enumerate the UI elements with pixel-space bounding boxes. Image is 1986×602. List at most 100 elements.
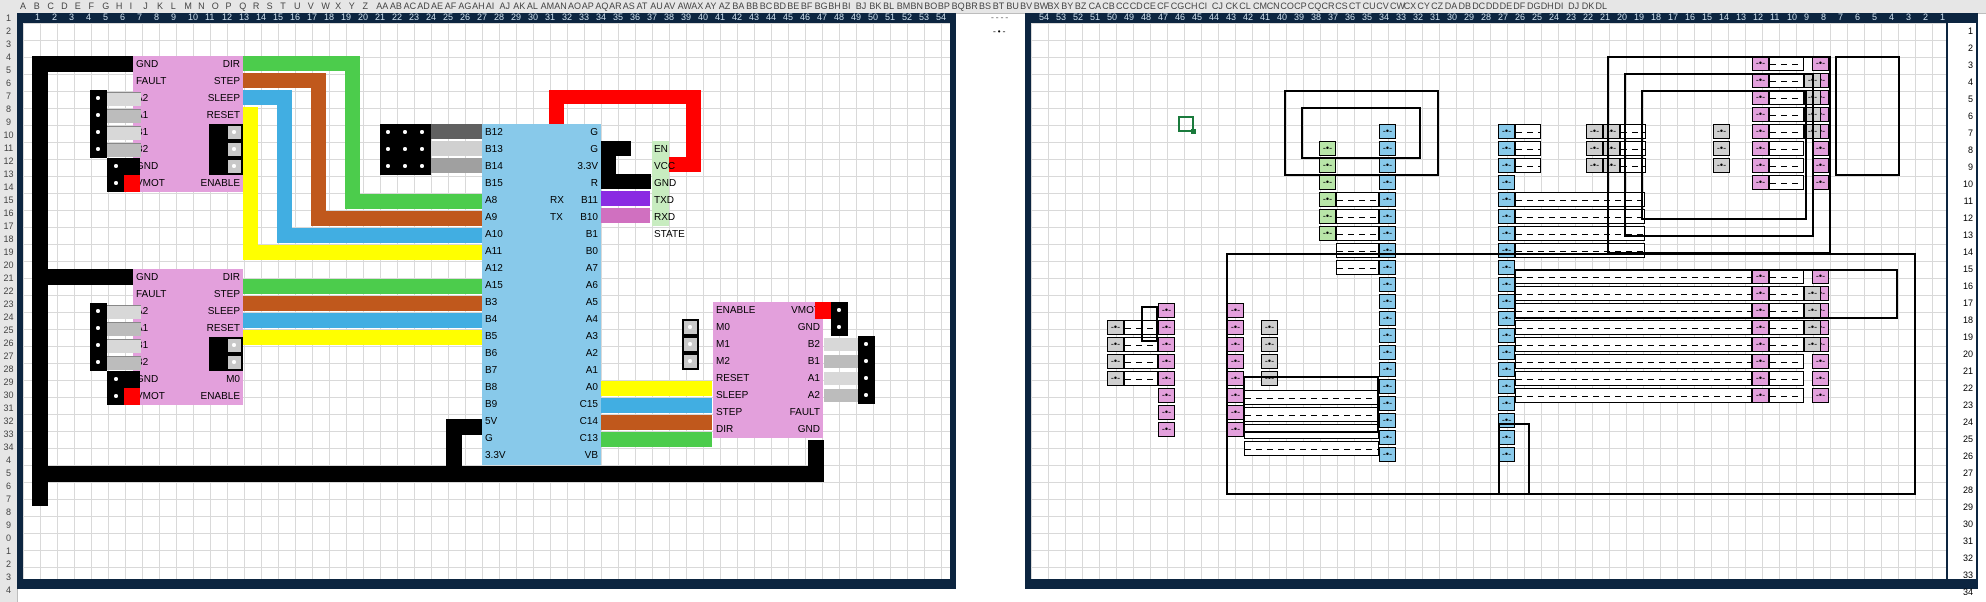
row-header[interactable]: 1 xyxy=(0,546,17,557)
left-column-number: 9 xyxy=(171,12,177,22)
row-header[interactable]: 0 xyxy=(0,533,17,544)
right-column-number: 51 xyxy=(1090,12,1101,22)
row-header[interactable]: 21 xyxy=(0,273,17,284)
row-header[interactable]: 25 xyxy=(0,325,17,336)
column-header[interactable]: BQ xyxy=(952,0,965,13)
driver-bottom-pin-step: STEP xyxy=(213,289,240,300)
right-row-number: 17 xyxy=(1962,298,1973,308)
right-column-number: 45 xyxy=(1192,12,1203,22)
row-header[interactable]: 7 xyxy=(0,91,17,102)
row-header[interactable]: 34 xyxy=(0,442,17,453)
column-header[interactable]: S xyxy=(267,0,273,13)
left-column-number: 36 xyxy=(630,12,641,22)
row-header[interactable]: 5 xyxy=(0,65,17,76)
column-header[interactable]: BS xyxy=(979,0,991,13)
row-header[interactable]: 2 xyxy=(0,26,17,37)
row-header[interactable]: 4 xyxy=(0,585,17,596)
row-header[interactable]: 26 xyxy=(0,338,17,349)
stripboard-strip xyxy=(1336,192,1379,207)
left-panel-grid[interactable]: GND FAULT A2 A1 B1 B2 GND VMOT DIR STEP SLEEP RESET… xyxy=(23,23,950,579)
row-header[interactable]: 1 xyxy=(0,13,17,24)
row-header[interactable]: 11 xyxy=(0,143,17,154)
row-header[interactable]: 19 xyxy=(0,247,17,258)
row-header[interactable]: 8 xyxy=(0,104,17,115)
column-header[interactable]: D xyxy=(61,0,68,13)
row-header[interactable]: 6 xyxy=(0,78,17,89)
right-column-number: 3 xyxy=(1906,12,1912,22)
row-header[interactable]: 14 xyxy=(0,182,17,193)
driver-top-pin-dir: DIR xyxy=(222,59,240,70)
column-header[interactable]: BV xyxy=(1020,0,1032,13)
row-header[interactable]: 5 xyxy=(0,468,17,479)
mcu-board[interactable]: B12 B13 B14 B15 A8 A9 A10 A11 A12 A15 B3 B4 B5 B6 B7 B8… xyxy=(482,124,601,465)
row-header[interactable]: 9 xyxy=(0,520,17,531)
right-column-number: 40 xyxy=(1277,12,1288,22)
row-header[interactable]: 2 xyxy=(0,559,17,570)
row-header[interactable]: 27 xyxy=(0,351,17,362)
column-header[interactable]: E xyxy=(75,0,81,13)
column-header[interactable]: BR xyxy=(965,0,978,13)
column-header[interactable]: A xyxy=(20,0,26,13)
bluetooth-pin-rxd: RXD xyxy=(654,212,676,223)
stripboard-pin-gray: -•- xyxy=(1107,337,1124,352)
power-bottom-dot xyxy=(114,377,118,381)
left-column-number: 23 xyxy=(409,12,420,22)
row-header[interactable]: 32 xyxy=(0,416,17,427)
mcu-pin-a5: A5 xyxy=(585,297,598,308)
right-column-number: 7 xyxy=(1838,12,1844,22)
left-column-number: 28 xyxy=(494,12,505,22)
row-header[interactable]: 30 xyxy=(0,390,17,401)
row-header[interactable]: 23 xyxy=(0,299,17,310)
left-column-number: 24 xyxy=(426,12,437,22)
column-header[interactable]: N xyxy=(198,0,205,13)
row-header[interactable]: 15 xyxy=(0,195,17,206)
right-row-number: 20 xyxy=(1962,349,1973,359)
bluetooth-pin-en: EN xyxy=(654,144,668,155)
row-header[interactable]: 24 xyxy=(0,312,17,323)
driver-top-pin-fault: FAULT xyxy=(136,76,167,87)
row-header[interactable]: 33 xyxy=(0,429,17,440)
driver-right-pin-dir: DIR xyxy=(716,424,734,435)
right-row-number: 28 xyxy=(1962,485,1973,495)
trace-big-right-inner xyxy=(1514,269,1898,319)
right-row-number: 4 xyxy=(1967,77,1973,87)
row-header[interactable]: 4 xyxy=(0,455,17,466)
row-header[interactable]: 8 xyxy=(0,507,17,518)
driver-right-pin-enable: ENABLE xyxy=(716,305,756,316)
row-header[interactable]: 20 xyxy=(0,260,17,271)
row-header[interactable]: 17 xyxy=(0,221,17,232)
row-header[interactable]: 4 xyxy=(0,52,17,63)
right-row-number: 1 xyxy=(1967,26,1973,36)
right-column-number: 15 xyxy=(1702,12,1713,22)
row-header[interactable]: 29 xyxy=(0,377,17,388)
left-column-number: 26 xyxy=(460,12,471,22)
driver-right[interactable]: ENABLE M0 M1 M2 RESET SLEEP STEP DIR VMOT GND B2 B1… xyxy=(713,302,823,438)
column-header[interactable]: J xyxy=(143,0,148,13)
row-header[interactable]: 9 xyxy=(0,117,17,128)
row-header[interactable]: 31 xyxy=(0,403,17,414)
driver-bottom-pin-reset: RESET xyxy=(206,323,240,334)
row-header[interactable]: 3 xyxy=(0,572,17,583)
row-header[interactable]: 3 xyxy=(0,39,17,50)
stripboard-pin-blue: -•- xyxy=(1498,124,1515,139)
right-panel-grid[interactable]: -•- -•- -•- -•- -•- -•- -•- -•- -•- -•- -•- -•- -•- -… xyxy=(1031,23,1946,579)
row-header[interactable]: 10 xyxy=(0,130,17,141)
right-column-number: 29 xyxy=(1464,12,1475,22)
row-header[interactable]: 6 xyxy=(0,481,17,492)
stripboard-pin-pink: -•- xyxy=(1158,337,1175,352)
right-column-number: 4 xyxy=(1889,12,1895,22)
column-header[interactable]: BT xyxy=(993,0,1005,13)
row-header[interactable]: 16 xyxy=(0,208,17,219)
stripboard-pin-blue: -•- xyxy=(1498,141,1515,156)
right-column-number: 31 xyxy=(1430,12,1441,22)
row-header[interactable]: 28 xyxy=(0,364,17,375)
row-header[interactable]: 22 xyxy=(0,286,17,297)
driver-bottom-pin-m0: M0 xyxy=(226,374,240,385)
row-header[interactable]: 18 xyxy=(0,234,17,245)
column-header[interactable]: BU xyxy=(1006,0,1019,13)
column-header[interactable]: I xyxy=(130,0,133,13)
row-header[interactable]: 12 xyxy=(0,156,17,167)
row-header[interactable]: 7 xyxy=(0,494,17,505)
wire-reset-h2 xyxy=(243,245,489,260)
row-header[interactable]: 13 xyxy=(0,169,17,180)
